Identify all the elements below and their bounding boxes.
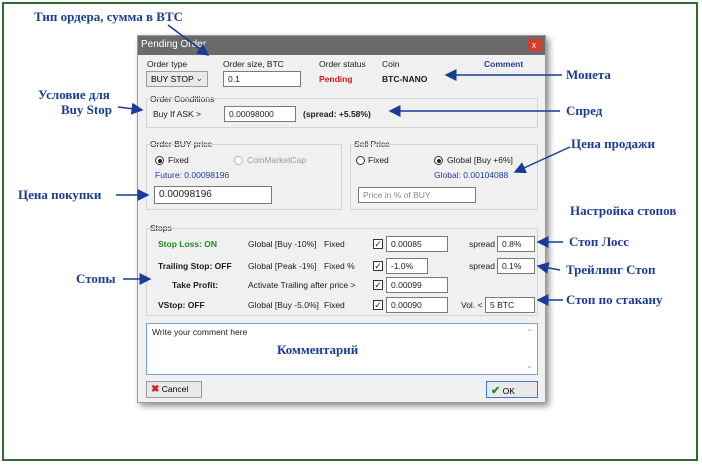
annotation-vstop: Стоп по стакану — [566, 292, 663, 307]
annotation-spread: Спред — [566, 103, 603, 118]
annotation-buy-stop-1: Условие для — [38, 87, 110, 102]
annotation-sell-price: Цена продажи — [571, 136, 655, 151]
annotation-comment: Комментарий — [277, 342, 359, 357]
annotation-trailing: Трейлинг Стоп — [566, 262, 656, 277]
arrow-order-type — [167, 24, 210, 56]
arrow-buy-stop — [117, 102, 144, 115]
annotation-buy-stop-2: Buy Stop — [61, 102, 112, 117]
annotation-buy-price: Цена покупки — [18, 187, 102, 202]
arrow-sell-price — [513, 146, 571, 174]
annotation-stops: Стопы — [76, 271, 116, 286]
annotation-stops-settings: Настройка стопов — [570, 203, 677, 218]
annotation-stop-loss: Стоп Лосс — [569, 234, 630, 249]
annotation-coin: Монета — [566, 67, 611, 82]
annotation-order-type: Тип ордера, сумма в BTC — [34, 9, 184, 24]
arrow-trailing — [536, 261, 561, 274]
